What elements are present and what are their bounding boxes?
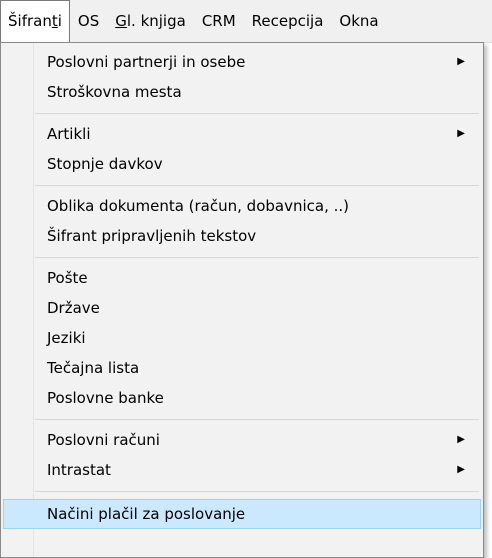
menu-item-oblika-dokumenta[interactable]: Oblika dokumenta (račun, dobavnica, ..) bbox=[3, 191, 481, 221]
menu-recepcija-label: Recepcija bbox=[251, 12, 324, 30]
menu-item-poslovni-racuni[interactable]: Poslovni računi ▶ bbox=[3, 425, 481, 455]
menu-okna-label: Okna bbox=[339, 12, 379, 30]
menu-bar: Šifranti OS Gl. knjiga CRM Recepcija Okn… bbox=[0, 0, 492, 43]
menu-item-label: Države bbox=[47, 299, 100, 317]
menu-item-label: Šifrant pripravljenih tekstov bbox=[47, 227, 257, 245]
menu-gl-knjiga-post: l. knjiga bbox=[126, 12, 186, 30]
menu-crm-label: CRM bbox=[201, 12, 236, 30]
menu-crm[interactable]: CRM bbox=[194, 0, 244, 42]
menu-item-drzave[interactable]: Države bbox=[3, 293, 481, 323]
menu-item-label: Oblika dokumenta (račun, dobavnica, ..) bbox=[47, 197, 349, 215]
menu-item-sifrant-tekstov[interactable]: Šifrant pripravljenih tekstov bbox=[3, 221, 481, 251]
menu-item-tecajna-lista[interactable]: Tečajna lista bbox=[3, 353, 481, 383]
menu-item-label: Poslovni partnerji in osebe bbox=[47, 53, 246, 71]
menu-sifranti-pre: Šifran bbox=[8, 11, 52, 30]
menu-item-jeziki[interactable]: Jeziki bbox=[3, 323, 481, 353]
menu-separator bbox=[35, 185, 479, 186]
triangle-right-icon: ▶ bbox=[457, 128, 465, 139]
menu-item-nacini-placil[interactable]: Načini plačil za poslovanje bbox=[3, 499, 481, 529]
menu-sifranti-post: i bbox=[57, 11, 62, 30]
menu-item-label: Jeziki bbox=[47, 329, 86, 347]
menu-item-stopnje-davkov[interactable]: Stopnje davkov bbox=[3, 149, 481, 179]
menu-okna[interactable]: Okna bbox=[331, 0, 386, 42]
menu-item-label: Poslovne banke bbox=[47, 389, 164, 407]
menu-separator bbox=[35, 113, 479, 114]
menu-item-stroskovna-mesta[interactable]: Stroškovna mesta bbox=[3, 77, 481, 107]
menu-separator bbox=[35, 419, 479, 420]
menu-item-poslovni-partnerji[interactable]: Poslovni partnerji in osebe ▶ bbox=[3, 47, 481, 77]
menu-item-artikli[interactable]: Artikli ▶ bbox=[3, 119, 481, 149]
menu-gl-knjiga[interactable]: Gl. knjiga bbox=[107, 0, 194, 42]
menu-item-label: Intrastat bbox=[47, 461, 111, 479]
menu-gl-knjiga-accel: G bbox=[115, 12, 127, 30]
menu-item-label: Poslovni računi bbox=[47, 431, 160, 449]
menu-item-intrastat[interactable]: Intrastat ▶ bbox=[3, 455, 481, 485]
menu-sifranti[interactable]: Šifranti bbox=[0, 0, 70, 43]
menu-item-poslovne-banke[interactable]: Poslovne banke bbox=[3, 383, 481, 413]
menu-item-poste[interactable]: Pošte bbox=[3, 263, 481, 293]
menu-separator bbox=[35, 491, 479, 492]
menu-item-label: Stroškovna mesta bbox=[47, 83, 182, 101]
menu-item-label: Stopnje davkov bbox=[47, 155, 163, 173]
menu-item-label: Tečajna lista bbox=[47, 359, 140, 377]
triangle-right-icon: ▶ bbox=[457, 434, 465, 445]
triangle-right-icon: ▶ bbox=[457, 464, 465, 475]
menu-item-label: Načini plačil za poslovanje bbox=[47, 505, 246, 523]
triangle-right-icon: ▶ bbox=[457, 56, 465, 67]
menu-os[interactable]: OS bbox=[70, 0, 107, 42]
menu-os-label: OS bbox=[77, 12, 100, 30]
menu-item-label: Artikli bbox=[47, 125, 91, 143]
menu-separator bbox=[35, 257, 479, 258]
sifranti-dropdown-menu: Poslovni partnerji in osebe ▶ Stroškovna… bbox=[0, 42, 484, 558]
menu-recepcija[interactable]: Recepcija bbox=[244, 0, 332, 42]
menu-item-label: Pošte bbox=[47, 269, 88, 287]
